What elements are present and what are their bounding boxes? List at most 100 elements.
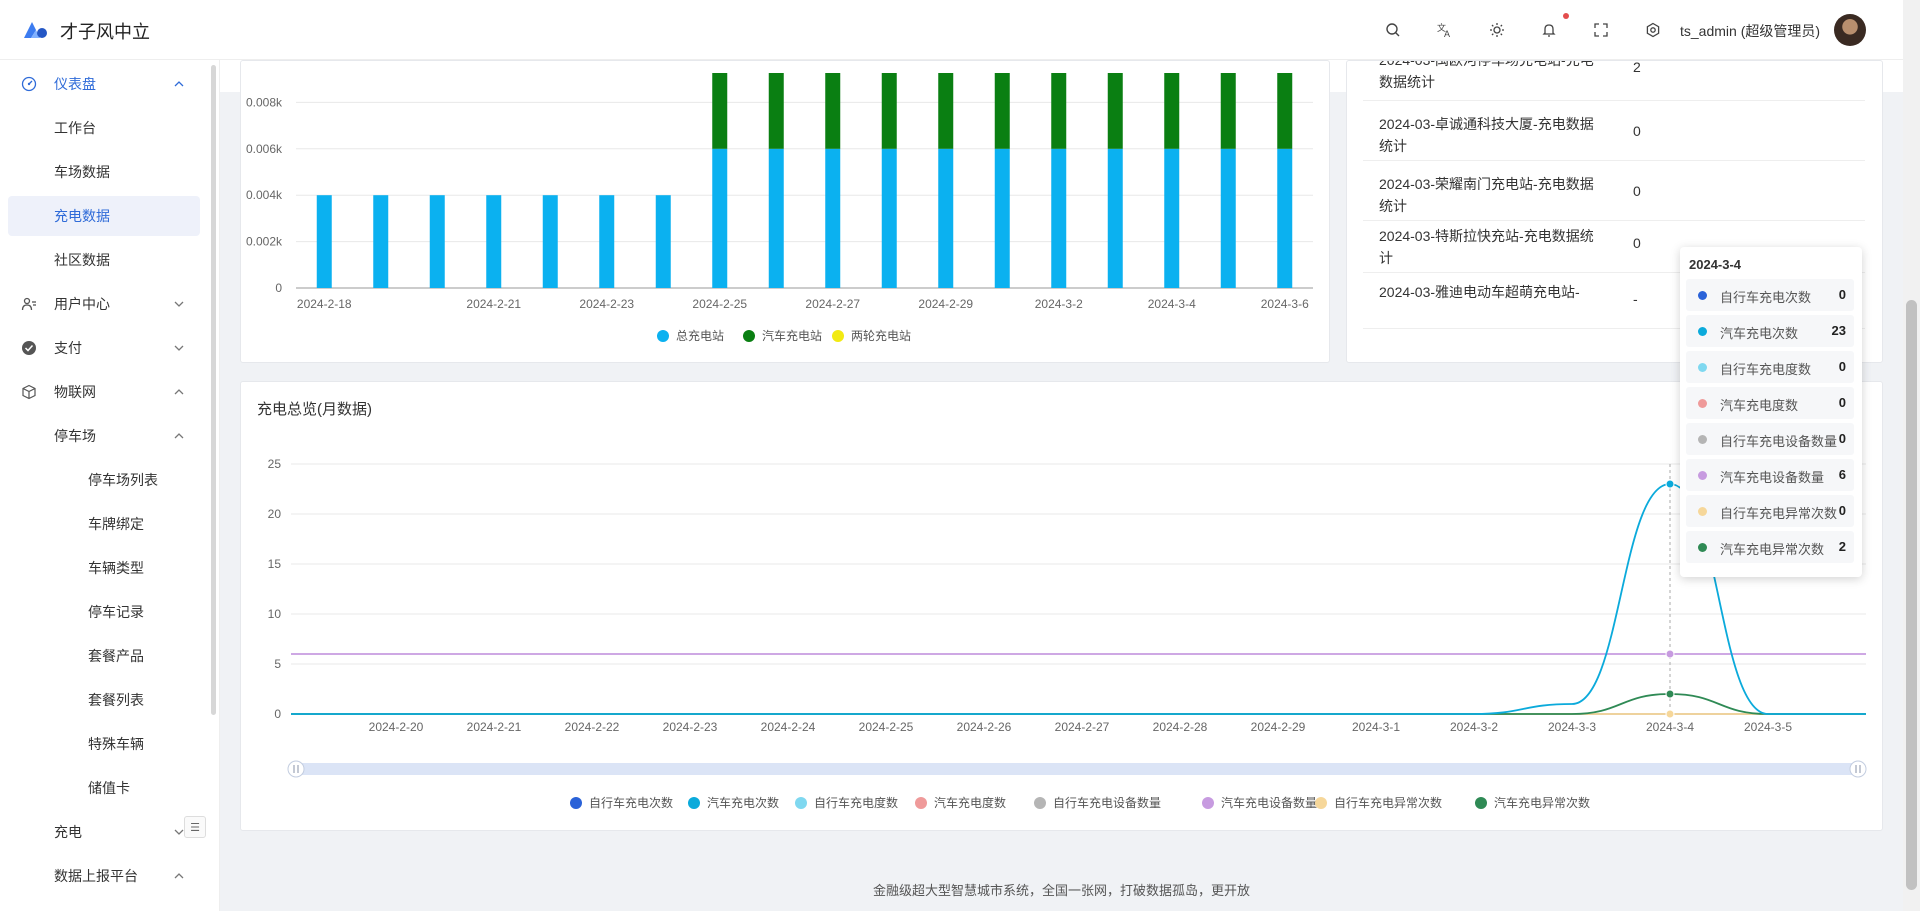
x-tick-label: 2024-2-27 xyxy=(805,297,860,311)
zoom-slider-handle[interactable] xyxy=(287,760,305,778)
legend-label[interactable]: 汽车充电设备数量 xyxy=(1221,795,1317,810)
bar[interactable] xyxy=(599,195,615,288)
sidebar-item[interactable]: 特殊车辆 xyxy=(0,724,210,764)
data-point[interactable] xyxy=(1665,479,1675,489)
sidebar-item[interactable]: 套餐产品 xyxy=(0,636,210,676)
bar[interactable] xyxy=(712,148,728,288)
settings-icon[interactable] xyxy=(1638,15,1668,45)
sidebar-item[interactable]: 车牌绑定 xyxy=(0,504,210,544)
sidebar-item[interactable]: 套餐列表 xyxy=(0,680,210,720)
sidebar-item[interactable]: 物联网 xyxy=(0,372,210,412)
fullscreen-icon[interactable] xyxy=(1586,15,1616,45)
page-scrollbar-thumb[interactable] xyxy=(1906,300,1917,890)
bar[interactable] xyxy=(1164,148,1180,288)
bar[interactable] xyxy=(1164,73,1180,149)
bar[interactable] xyxy=(1220,73,1236,149)
bar[interactable] xyxy=(1051,73,1067,149)
series-line[interactable] xyxy=(291,693,1866,715)
search-icon[interactable] xyxy=(1378,15,1408,45)
table-row[interactable]: 2024-03-卓诚通科技大厦-充电数据统计 0 xyxy=(1363,101,1865,161)
sidebar-item[interactable]: 工作台 xyxy=(0,108,210,148)
legend-marker[interactable] xyxy=(1315,797,1327,809)
bar[interactable] xyxy=(768,148,784,288)
bar[interactable] xyxy=(486,195,502,288)
legend-marker[interactable] xyxy=(657,330,669,342)
avatar[interactable] xyxy=(1834,14,1866,46)
bar[interactable] xyxy=(994,73,1010,149)
legend-label[interactable]: 自行车充电次数 xyxy=(589,795,673,810)
sidebar-item[interactable]: 充电数据 xyxy=(8,196,200,236)
legend-marker[interactable] xyxy=(1475,797,1487,809)
data-point[interactable] xyxy=(1665,689,1675,699)
bar[interactable] xyxy=(373,195,389,288)
legend-marker[interactable] xyxy=(1034,797,1046,809)
svg-text:A: A xyxy=(1444,29,1450,38)
legend-label[interactable]: 自行车充电设备数量 xyxy=(1053,795,1161,810)
bar[interactable] xyxy=(429,195,445,288)
bar[interactable] xyxy=(881,148,897,288)
legend-label[interactable]: 汽车充电站 xyxy=(762,328,822,343)
zoom-slider-track[interactable] xyxy=(296,763,1858,775)
bar[interactable] xyxy=(1220,148,1236,288)
x-tick-label: 2024-3-3 xyxy=(1548,720,1596,734)
legend-label[interactable]: 总充电站 xyxy=(676,328,724,343)
x-tick-label: 2024-2-23 xyxy=(663,720,718,734)
legend-marker[interactable] xyxy=(688,797,700,809)
bar[interactable] xyxy=(938,73,954,149)
bar[interactable] xyxy=(655,195,671,288)
bar[interactable] xyxy=(825,73,841,149)
data-point[interactable] xyxy=(1665,649,1675,659)
translate-icon[interactable]: 文A xyxy=(1430,15,1460,45)
bar[interactable] xyxy=(768,73,784,149)
legend-label[interactable]: 汽车充电度数 xyxy=(934,795,1006,810)
sidebar-item[interactable]: 社区数据 xyxy=(0,240,210,280)
sidebar-item[interactable]: 储值卡 xyxy=(0,768,210,808)
legend-marker[interactable] xyxy=(832,330,844,342)
sidebar-item[interactable]: 用户中心 xyxy=(0,284,210,324)
series-line[interactable] xyxy=(291,483,1866,715)
legend-label[interactable]: 汽车充电异常次数 xyxy=(1494,795,1590,810)
bar[interactable] xyxy=(938,148,954,288)
tooltip-row: 自行车充电度数 0 xyxy=(1686,351,1854,383)
legend-marker[interactable] xyxy=(795,797,807,809)
bar[interactable] xyxy=(1277,148,1293,288)
sidebar-item[interactable]: 车辆类型 xyxy=(0,548,210,588)
bar[interactable] xyxy=(1107,148,1123,288)
bar[interactable] xyxy=(1277,73,1293,149)
sidebar-item[interactable]: 仪表盘 xyxy=(0,64,210,104)
zoom-slider-handle[interactable] xyxy=(1849,760,1867,778)
user-name[interactable]: ts_admin (超级管理员) xyxy=(1680,21,1820,41)
bar[interactable] xyxy=(1107,73,1123,149)
sidebar-item[interactable]: 停车场列表 xyxy=(0,460,210,500)
table-row[interactable]: 2024-03-荣耀南门充电站-充电数据统计 0 xyxy=(1363,161,1865,221)
legend-marker[interactable] xyxy=(915,797,927,809)
table-row[interactable]: 2024-03-闽欧河停车场充电站-充电数据统计 2 xyxy=(1363,61,1865,101)
data-point[interactable] xyxy=(1665,709,1675,719)
sidebar-item[interactable]: 停车场 xyxy=(0,416,210,456)
sun-icon[interactable] xyxy=(1482,15,1512,45)
bar[interactable] xyxy=(825,148,841,288)
bar[interactable] xyxy=(316,195,332,288)
collapse-sidebar-icon[interactable]: ☰ xyxy=(184,816,206,838)
legend-marker[interactable] xyxy=(743,330,755,342)
legend-label[interactable]: 两轮充电站 xyxy=(851,328,911,343)
bar[interactable] xyxy=(1051,148,1067,288)
bar[interactable] xyxy=(542,195,558,288)
sidebar-item[interactable]: 停车记录 xyxy=(0,592,210,632)
chart-tooltip: 2024-3-4 自行车充电次数 0 汽车充电次数 23 自行车充电度数 0 汽车充电度数 0… xyxy=(1680,247,1862,577)
bar[interactable] xyxy=(712,73,728,149)
sidebar-item[interactable]: 车场数据 xyxy=(0,152,210,192)
sidebar-scrollbar[interactable] xyxy=(211,65,216,715)
bar[interactable] xyxy=(994,148,1010,288)
legend-label[interactable]: 汽车充电次数 xyxy=(707,795,779,810)
sidebar-item[interactable]: 数据上报平台 xyxy=(0,856,210,896)
sidebar-item[interactable]: 支付 xyxy=(0,328,210,368)
legend-label[interactable]: 自行车充电度数 xyxy=(814,795,898,810)
legend-label[interactable]: 自行车充电异常次数 xyxy=(1334,795,1442,810)
overview-line-chart[interactable]: 05101520252024-2-20 2024-2-21 2024-2-22 202… xyxy=(241,382,1884,832)
bell-icon[interactable] xyxy=(1534,15,1564,45)
legend-marker[interactable] xyxy=(570,797,582,809)
sidebar-item[interactable]: 充电 xyxy=(0,812,210,852)
legend-marker[interactable] xyxy=(1202,797,1214,809)
bar[interactable] xyxy=(881,73,897,149)
